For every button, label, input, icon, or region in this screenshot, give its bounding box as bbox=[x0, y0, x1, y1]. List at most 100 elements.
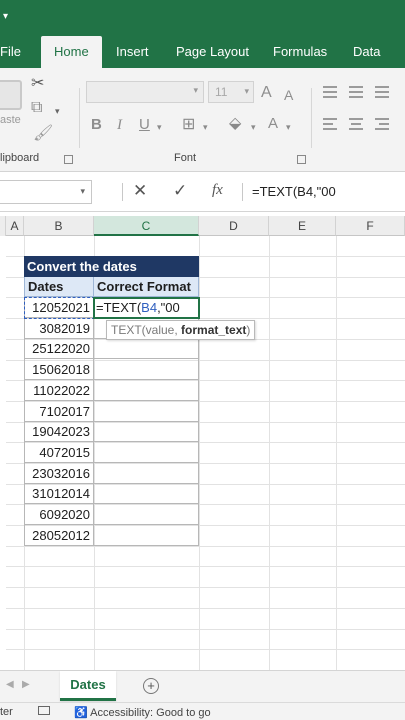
date-cell[interactable]: 6092020 bbox=[24, 504, 94, 525]
column-gridline bbox=[269, 236, 270, 670]
font-color-icon[interactable]: A bbox=[268, 115, 278, 133]
column-header-b[interactable]: B bbox=[24, 216, 94, 236]
row-gridline bbox=[6, 587, 405, 588]
bold-button[interactable]: B bbox=[91, 116, 102, 134]
accessibility-status-text: Accessibility: Good to go bbox=[90, 707, 211, 719]
date-cell[interactable]: 31012014 bbox=[24, 483, 94, 504]
tab-file[interactable]: File bbox=[0, 36, 21, 68]
column-header-a[interactable]: A bbox=[6, 216, 24, 236]
enter-icon[interactable]: ✓ bbox=[173, 181, 187, 201]
sheet-tab-dates[interactable]: Dates bbox=[60, 671, 116, 701]
column-header-e[interactable]: E bbox=[269, 216, 336, 236]
font-size-combobox[interactable]: 11 ▾ bbox=[208, 81, 254, 103]
worksheet-grid[interactable]: A B C D E F Convert the dates Dates Corr… bbox=[0, 212, 405, 671]
tab-formulas[interactable]: Formulas bbox=[273, 36, 327, 68]
active-cell-c4[interactable]: =TEXT(B4,"00 bbox=[93, 297, 200, 319]
font-size-value: 11 bbox=[215, 85, 228, 99]
cancel-icon[interactable]: ✕ bbox=[133, 181, 147, 201]
formula-bar: ▾ ✕ ✓ fx =TEXT(B4,"00 bbox=[0, 172, 405, 212]
date-cell[interactable]: 7102017 bbox=[24, 401, 94, 422]
paste-button-label[interactable]: aste bbox=[0, 114, 21, 126]
scroll-right-icon[interactable]: ▶ bbox=[22, 679, 30, 690]
scroll-left-icon[interactable]: ◀ bbox=[6, 679, 14, 690]
row-gridline bbox=[6, 566, 405, 567]
sheet-tab-bar: ◀ ▶ Dates + bbox=[0, 670, 405, 702]
group-divider bbox=[311, 88, 312, 148]
date-cell[interactable]: 11022022 bbox=[24, 380, 94, 401]
dates-header-cell[interactable]: Dates bbox=[24, 277, 94, 297]
tab-page-layout[interactable]: Page Layout bbox=[176, 36, 249, 68]
column-header-c[interactable]: C bbox=[94, 216, 199, 236]
underline-button[interactable]: U bbox=[139, 116, 150, 134]
align-center-icon[interactable] bbox=[349, 118, 363, 130]
align-right-icon[interactable] bbox=[375, 118, 389, 130]
column-header-f[interactable]: F bbox=[336, 216, 405, 236]
fill-color-icon[interactable]: ⬙ bbox=[229, 116, 241, 132]
date-cell[interactable]: 3082019 bbox=[24, 318, 94, 339]
date-cell[interactable]: 23032016 bbox=[24, 463, 94, 484]
insert-function-button[interactable]: fx bbox=[212, 182, 223, 199]
date-cell[interactable]: 28052012 bbox=[24, 525, 94, 546]
correct-format-cell[interactable] bbox=[94, 338, 199, 359]
row-gridline bbox=[6, 608, 405, 609]
chevron-down-icon[interactable]: ▾ bbox=[286, 119, 291, 135]
date-cell[interactable]: 25122020 bbox=[24, 338, 94, 359]
decrease-font-size-button[interactable]: A bbox=[284, 86, 293, 104]
date-cell[interactable]: 4072015 bbox=[24, 442, 94, 463]
macro-recorder-icon[interactable] bbox=[38, 706, 50, 715]
quick-access-dropdown-icon[interactable]: ▾ bbox=[3, 11, 8, 22]
correct-format-cell[interactable] bbox=[94, 401, 199, 422]
function-tooltip[interactable]: TEXT(value, format_text) bbox=[106, 320, 256, 340]
chevron-down-icon[interactable]: ▾ bbox=[157, 119, 162, 135]
tooltip-close-paren: ) bbox=[246, 323, 251, 337]
tooltip-current-argument: format_text bbox=[181, 323, 247, 337]
date-cell[interactable]: 19042023 bbox=[24, 421, 94, 442]
correct-format-cell[interactable] bbox=[94, 421, 199, 442]
borders-icon[interactable]: ⊞ bbox=[182, 117, 195, 133]
paintbrush-icon[interactable]: 🖌 bbox=[33, 126, 53, 142]
chevron-down-icon: ▾ bbox=[244, 86, 249, 96]
column-gridline bbox=[336, 236, 337, 670]
align-middle-icon[interactable] bbox=[349, 86, 363, 98]
name-box[interactable]: ▾ bbox=[0, 180, 92, 204]
tab-home[interactable]: Home bbox=[41, 36, 102, 68]
correct-format-cell[interactable] bbox=[94, 525, 199, 546]
formula-bar-divider bbox=[242, 183, 243, 201]
correct-format-cell[interactable] bbox=[94, 359, 199, 380]
correct-format-header-cell[interactable]: Correct Format bbox=[94, 277, 199, 297]
correct-format-cell[interactable] bbox=[94, 463, 199, 484]
column-header-d[interactable]: D bbox=[199, 216, 269, 236]
chevron-down-icon[interactable]: ▾ bbox=[55, 103, 60, 119]
correct-format-cell[interactable] bbox=[94, 442, 199, 463]
row-gridline bbox=[6, 629, 405, 630]
tab-data[interactable]: Data bbox=[353, 36, 380, 68]
tab-insert[interactable]: Insert bbox=[116, 36, 149, 68]
title-bar: ▾ bbox=[0, 0, 405, 36]
increase-font-size-button[interactable]: A bbox=[261, 84, 272, 102]
ribbon-tab-bar: File Home Insert Page Layout Formulas Da… bbox=[0, 36, 405, 68]
paste-icon[interactable] bbox=[0, 80, 22, 110]
table-title-cell[interactable]: Convert the dates bbox=[24, 256, 199, 277]
ribbon-home: aste ✂ ⧉ ▾ 🖌 lipboard ▾ 11 ▾ A A B I U ▾… bbox=[0, 68, 405, 172]
correct-format-cell[interactable] bbox=[94, 483, 199, 504]
correct-format-cell[interactable] bbox=[94, 504, 199, 525]
date-cell[interactable]: 15062018 bbox=[24, 359, 94, 380]
align-bottom-icon[interactable] bbox=[375, 86, 389, 98]
referenced-cell-highlight bbox=[24, 297, 95, 319]
chevron-down-icon[interactable]: ▾ bbox=[251, 119, 256, 135]
formula-input[interactable]: =TEXT(B4,"00 bbox=[252, 184, 336, 199]
status-bar: ter ♿ Accessibility: Good to go bbox=[0, 702, 405, 720]
italic-button[interactable]: I bbox=[117, 116, 122, 134]
font-launcher-icon[interactable] bbox=[297, 155, 306, 164]
accessibility-status[interactable]: ♿ Accessibility: Good to go bbox=[74, 706, 211, 719]
clipboard-launcher-icon[interactable] bbox=[64, 155, 73, 164]
correct-format-cell[interactable] bbox=[94, 380, 199, 401]
align-left-icon[interactable] bbox=[323, 118, 337, 130]
chevron-down-icon[interactable]: ▾ bbox=[203, 119, 208, 135]
copy-icon[interactable]: ⧉ bbox=[31, 100, 42, 116]
align-top-icon[interactable] bbox=[323, 86, 337, 98]
font-name-combobox[interactable]: ▾ bbox=[86, 81, 204, 103]
formula-bar-divider bbox=[122, 183, 123, 201]
scissors-icon[interactable]: ✂ bbox=[31, 76, 44, 92]
add-sheet-button[interactable]: + bbox=[143, 678, 159, 694]
